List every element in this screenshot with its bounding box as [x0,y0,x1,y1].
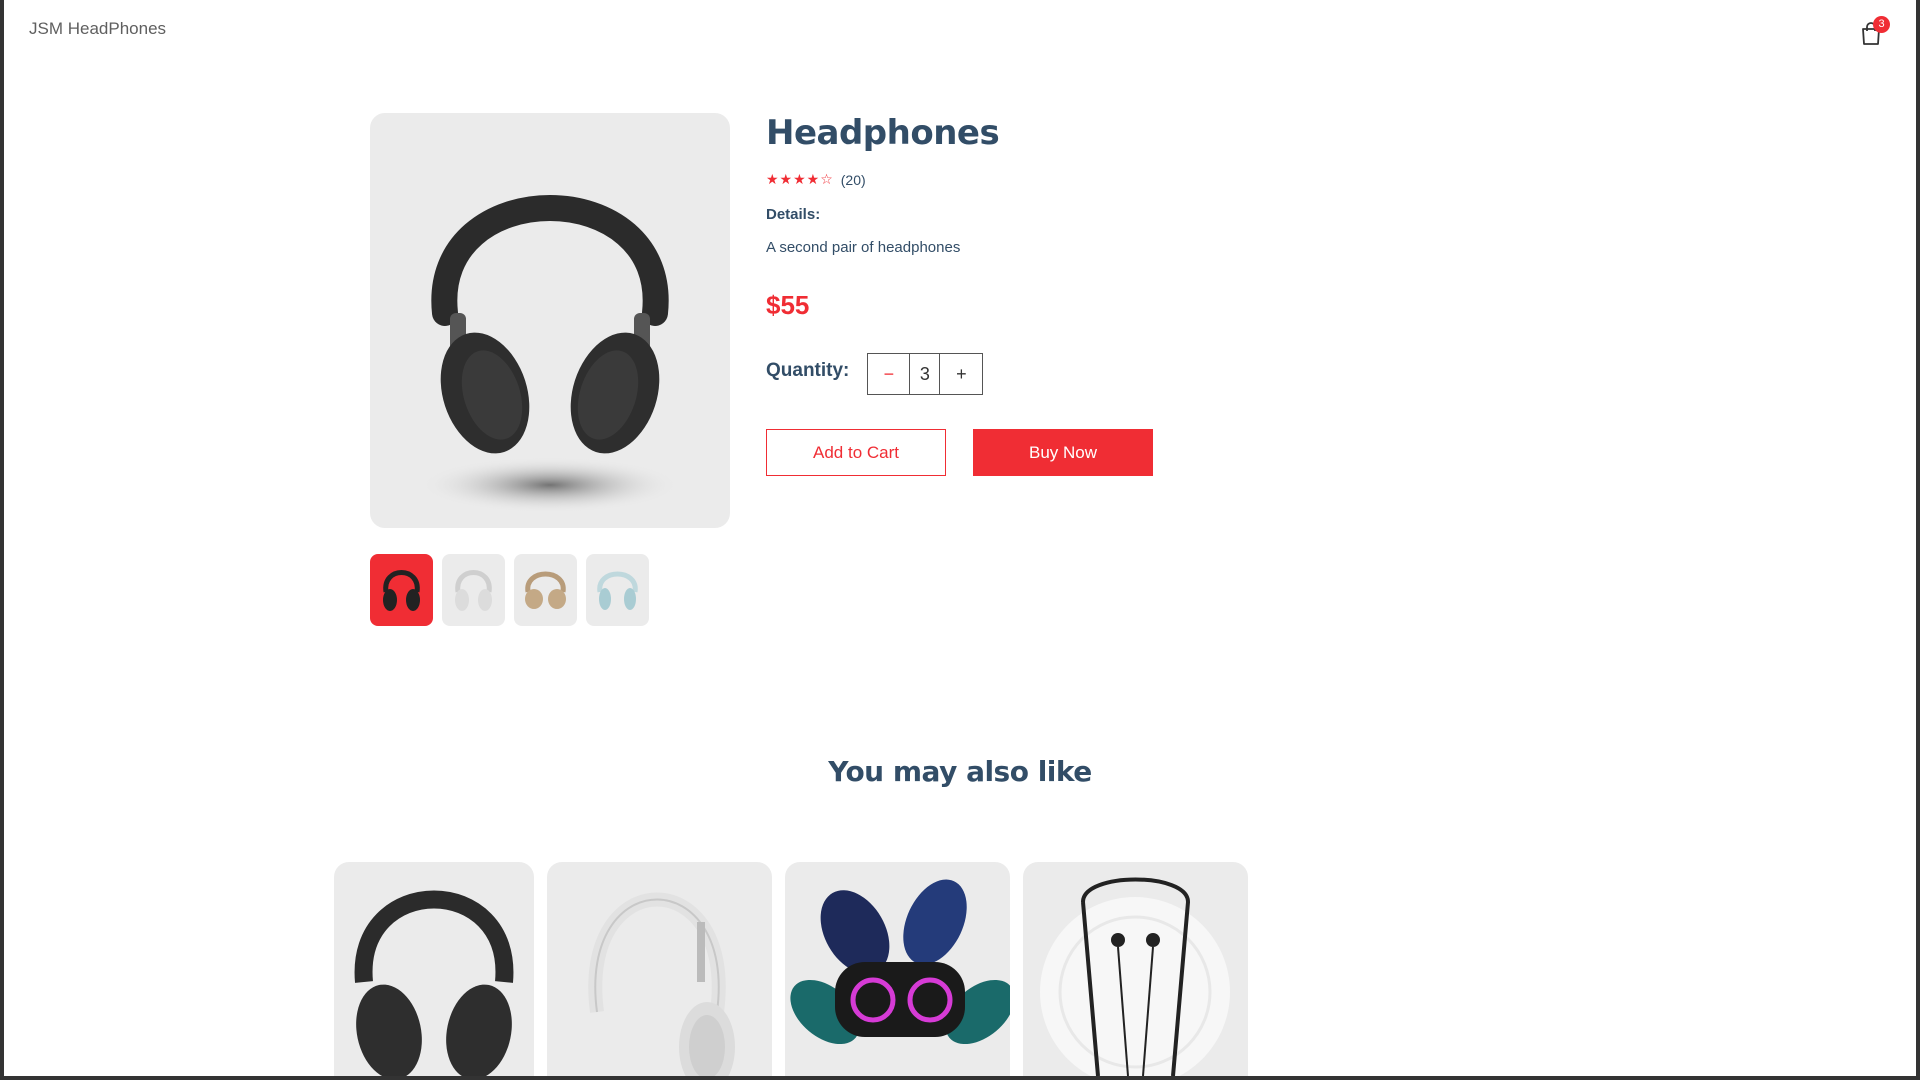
decrease-quantity-button[interactable]: − [868,354,911,394]
details-label: Details: [766,206,821,223]
increase-quantity-button[interactable]: + [940,354,982,394]
add-to-cart-button[interactable]: Add to Cart [766,429,946,476]
cart-count-badge: 3 [1873,16,1890,33]
related-section-title: You may also like [828,755,1092,788]
navbar: JSM HeadPhones 3 [4,0,1916,60]
quantity-row: Quantity: − 3 + [766,347,1366,395]
product-price: $55 [766,290,810,320]
quantity-stepper: − 3 + [867,353,984,395]
related-product-card-black-headphones[interactable] [334,862,534,1076]
cart-button[interactable]: 3 [1854,16,1890,50]
review-count: (20) [840,171,866,188]
star-rating-icon: ★★★★☆ [766,171,834,187]
buy-now-button[interactable]: Buy Now [973,429,1153,476]
related-product-card-neckband-earphones[interactable] [1023,862,1248,1076]
logo[interactable]: JSM HeadPhones [29,19,166,39]
thumbnail-list [370,554,649,626]
quantity-label: Quantity: [766,360,850,381]
thumbnail-black-headphones[interactable] [370,554,433,626]
product-reviews: ★★★★☆ (20) [766,171,1366,188]
thumbnail-light-blue-headphones[interactable] [586,554,649,626]
related-product-card-white-headphones[interactable] [547,862,772,1076]
quantity-value: 3 [910,354,941,394]
product-description: A second pair of headphones [766,239,961,256]
product-details: Headphones ★★★★☆ (20) Details: A second … [766,113,1366,395]
related-product-card-speaker[interactable] [785,862,1010,1076]
product-main-image [370,113,730,528]
thumbnail-white-headphones[interactable] [442,554,505,626]
thumbnail-beige-headphones[interactable] [514,554,577,626]
action-buttons: Add to Cart Buy Now [766,429,1153,476]
related-products-carousel [334,862,1248,1076]
product-title: Headphones [766,113,1000,153]
